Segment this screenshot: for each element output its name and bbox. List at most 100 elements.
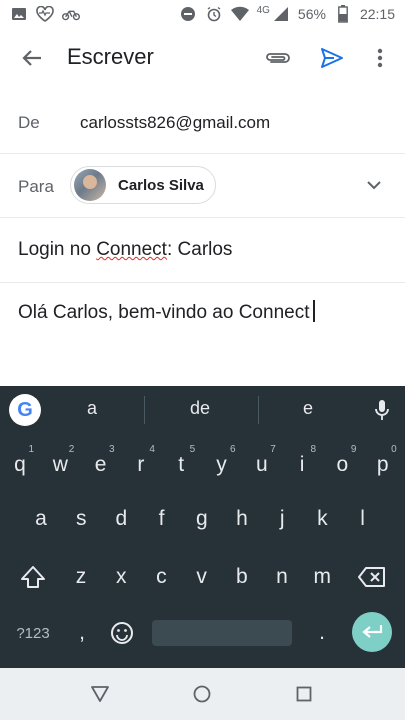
- from-label: De: [18, 113, 40, 132]
- mic-icon[interactable]: [362, 390, 402, 430]
- key-f[interactable]: f: [142, 496, 182, 542]
- enter-key[interactable]: [352, 612, 392, 652]
- period-key[interactable]: .: [302, 610, 342, 656]
- google-icon[interactable]: G: [9, 394, 41, 426]
- key-letter: l: [360, 507, 365, 530]
- key-letter: d: [115, 507, 128, 530]
- attachment-icon[interactable]: [258, 38, 298, 78]
- subject-misspelled-word[interactable]: Connect: [96, 239, 167, 260]
- avatar: [74, 169, 106, 201]
- key-j[interactable]: j: [262, 496, 302, 542]
- key-letter: r: [137, 453, 145, 476]
- suggestion-divider: [144, 396, 145, 424]
- key-v[interactable]: v: [182, 554, 222, 600]
- key-d[interactable]: d: [101, 496, 141, 542]
- key-number-hint: 9: [350, 444, 357, 455]
- suggestion-3[interactable]: e: [268, 398, 348, 419]
- key-letter: h: [236, 507, 248, 530]
- key-letter: o: [336, 453, 349, 476]
- subject-field[interactable]: Login no Connect: Carlos: [18, 239, 232, 261]
- key-y[interactable]: y6: [202, 442, 242, 488]
- key-letter: v: [196, 565, 207, 588]
- key-t[interactable]: t5: [161, 442, 201, 488]
- key-number-hint: 1: [28, 444, 34, 455]
- key-x[interactable]: x: [101, 554, 141, 600]
- back-arrow-icon[interactable]: [12, 38, 52, 78]
- alarm-icon: [205, 5, 223, 23]
- key-letter: z: [75, 565, 87, 588]
- key-letter: q: [14, 453, 26, 476]
- key-letter: m: [313, 565, 331, 588]
- body-text: Olá Carlos, bem-vindo ao Connect: [18, 302, 310, 323]
- subject-suffix: : Carlos: [166, 239, 233, 260]
- keyboard-row-1: q1w2e3r4t5y6u7i8o9p0: [0, 442, 405, 488]
- key-z[interactable]: z: [61, 554, 101, 600]
- chevron-down-icon[interactable]: [354, 165, 394, 205]
- text-cursor: [313, 300, 316, 322]
- key-number-hint: 2: [68, 444, 75, 455]
- recipient-name: Carlos Silva: [118, 176, 204, 194]
- key-letter: y: [216, 453, 227, 476]
- from-row: De carlossts826@gmail.com: [0, 90, 405, 154]
- key-letter: j: [279, 507, 285, 530]
- suggestion-2[interactable]: de: [160, 398, 240, 419]
- key-n[interactable]: n: [262, 554, 302, 600]
- heart-pulse-icon: [36, 5, 54, 23]
- more-vert-icon[interactable]: [360, 38, 400, 78]
- to-label: Para: [18, 177, 54, 196]
- key-a[interactable]: a: [21, 496, 61, 542]
- key-g[interactable]: g: [182, 496, 222, 542]
- keyboard-row-2: asdfgh jkl: [0, 496, 405, 542]
- image-icon: [10, 5, 28, 23]
- key-letter: e: [94, 453, 107, 476]
- from-email[interactable]: carlossts826@gmail.com: [80, 113, 270, 133]
- key-number-hint: 5: [189, 444, 196, 455]
- key-q[interactable]: q1: [0, 442, 40, 488]
- key-u[interactable]: u7: [242, 442, 282, 488]
- body-field[interactable]: Olá Carlos, bem-vindo ao Connect: [18, 300, 316, 324]
- key-number-hint: 8: [310, 444, 317, 455]
- key-s[interactable]: s: [61, 496, 101, 542]
- key-p[interactable]: p0: [363, 442, 403, 488]
- key-letter: x: [115, 565, 127, 588]
- suggestion-bar: G a de e: [0, 386, 405, 434]
- key-i[interactable]: i8: [282, 442, 322, 488]
- key-o[interactable]: o9: [322, 442, 362, 488]
- emoji-key[interactable]: [102, 610, 142, 656]
- page-title: Escrever: [67, 44, 154, 69]
- back-nav-icon[interactable]: [80, 674, 120, 714]
- comma-key[interactable]: ,: [62, 610, 102, 656]
- home-nav-icon[interactable]: [182, 674, 222, 714]
- status-bar-notifications: [10, 5, 80, 23]
- key-b[interactable]: b: [222, 554, 262, 600]
- key-letter: u: [255, 453, 268, 476]
- status-bar: 4G 56% 22:15: [0, 0, 405, 30]
- key-w[interactable]: w2: [40, 442, 80, 488]
- shift-key[interactable]: [13, 554, 53, 600]
- symbols-key[interactable]: ?123: [11, 610, 55, 656]
- key-letter: p: [376, 453, 389, 476]
- signal-icon: [272, 5, 290, 23]
- key-letter: n: [276, 565, 288, 588]
- recents-nav-icon[interactable]: [284, 674, 324, 714]
- key-m[interactable]: m: [302, 554, 342, 600]
- key-letter: i: [299, 453, 305, 476]
- recipient-chip[interactable]: Carlos Silva: [70, 166, 216, 204]
- send-icon[interactable]: [312, 38, 352, 78]
- battery-percent: 56%: [297, 6, 326, 22]
- key-r[interactable]: r4: [121, 442, 161, 488]
- key-l[interactable]: l: [343, 496, 383, 542]
- bike-icon: [62, 5, 80, 23]
- key-letter: b: [235, 565, 248, 588]
- backspace-key[interactable]: [352, 554, 392, 600]
- key-number-hint: 0: [391, 444, 397, 455]
- key-e[interactable]: e3: [81, 442, 121, 488]
- key-k[interactable]: k: [302, 496, 342, 542]
- space-key[interactable]: [152, 620, 292, 646]
- key-number-hint: 3: [109, 444, 115, 455]
- key-c[interactable]: c: [141, 554, 181, 600]
- key-letter: t: [178, 453, 185, 476]
- key-h[interactable]: h: [222, 496, 262, 542]
- key-letter: a: [35, 507, 47, 530]
- suggestion-1[interactable]: a: [52, 398, 132, 419]
